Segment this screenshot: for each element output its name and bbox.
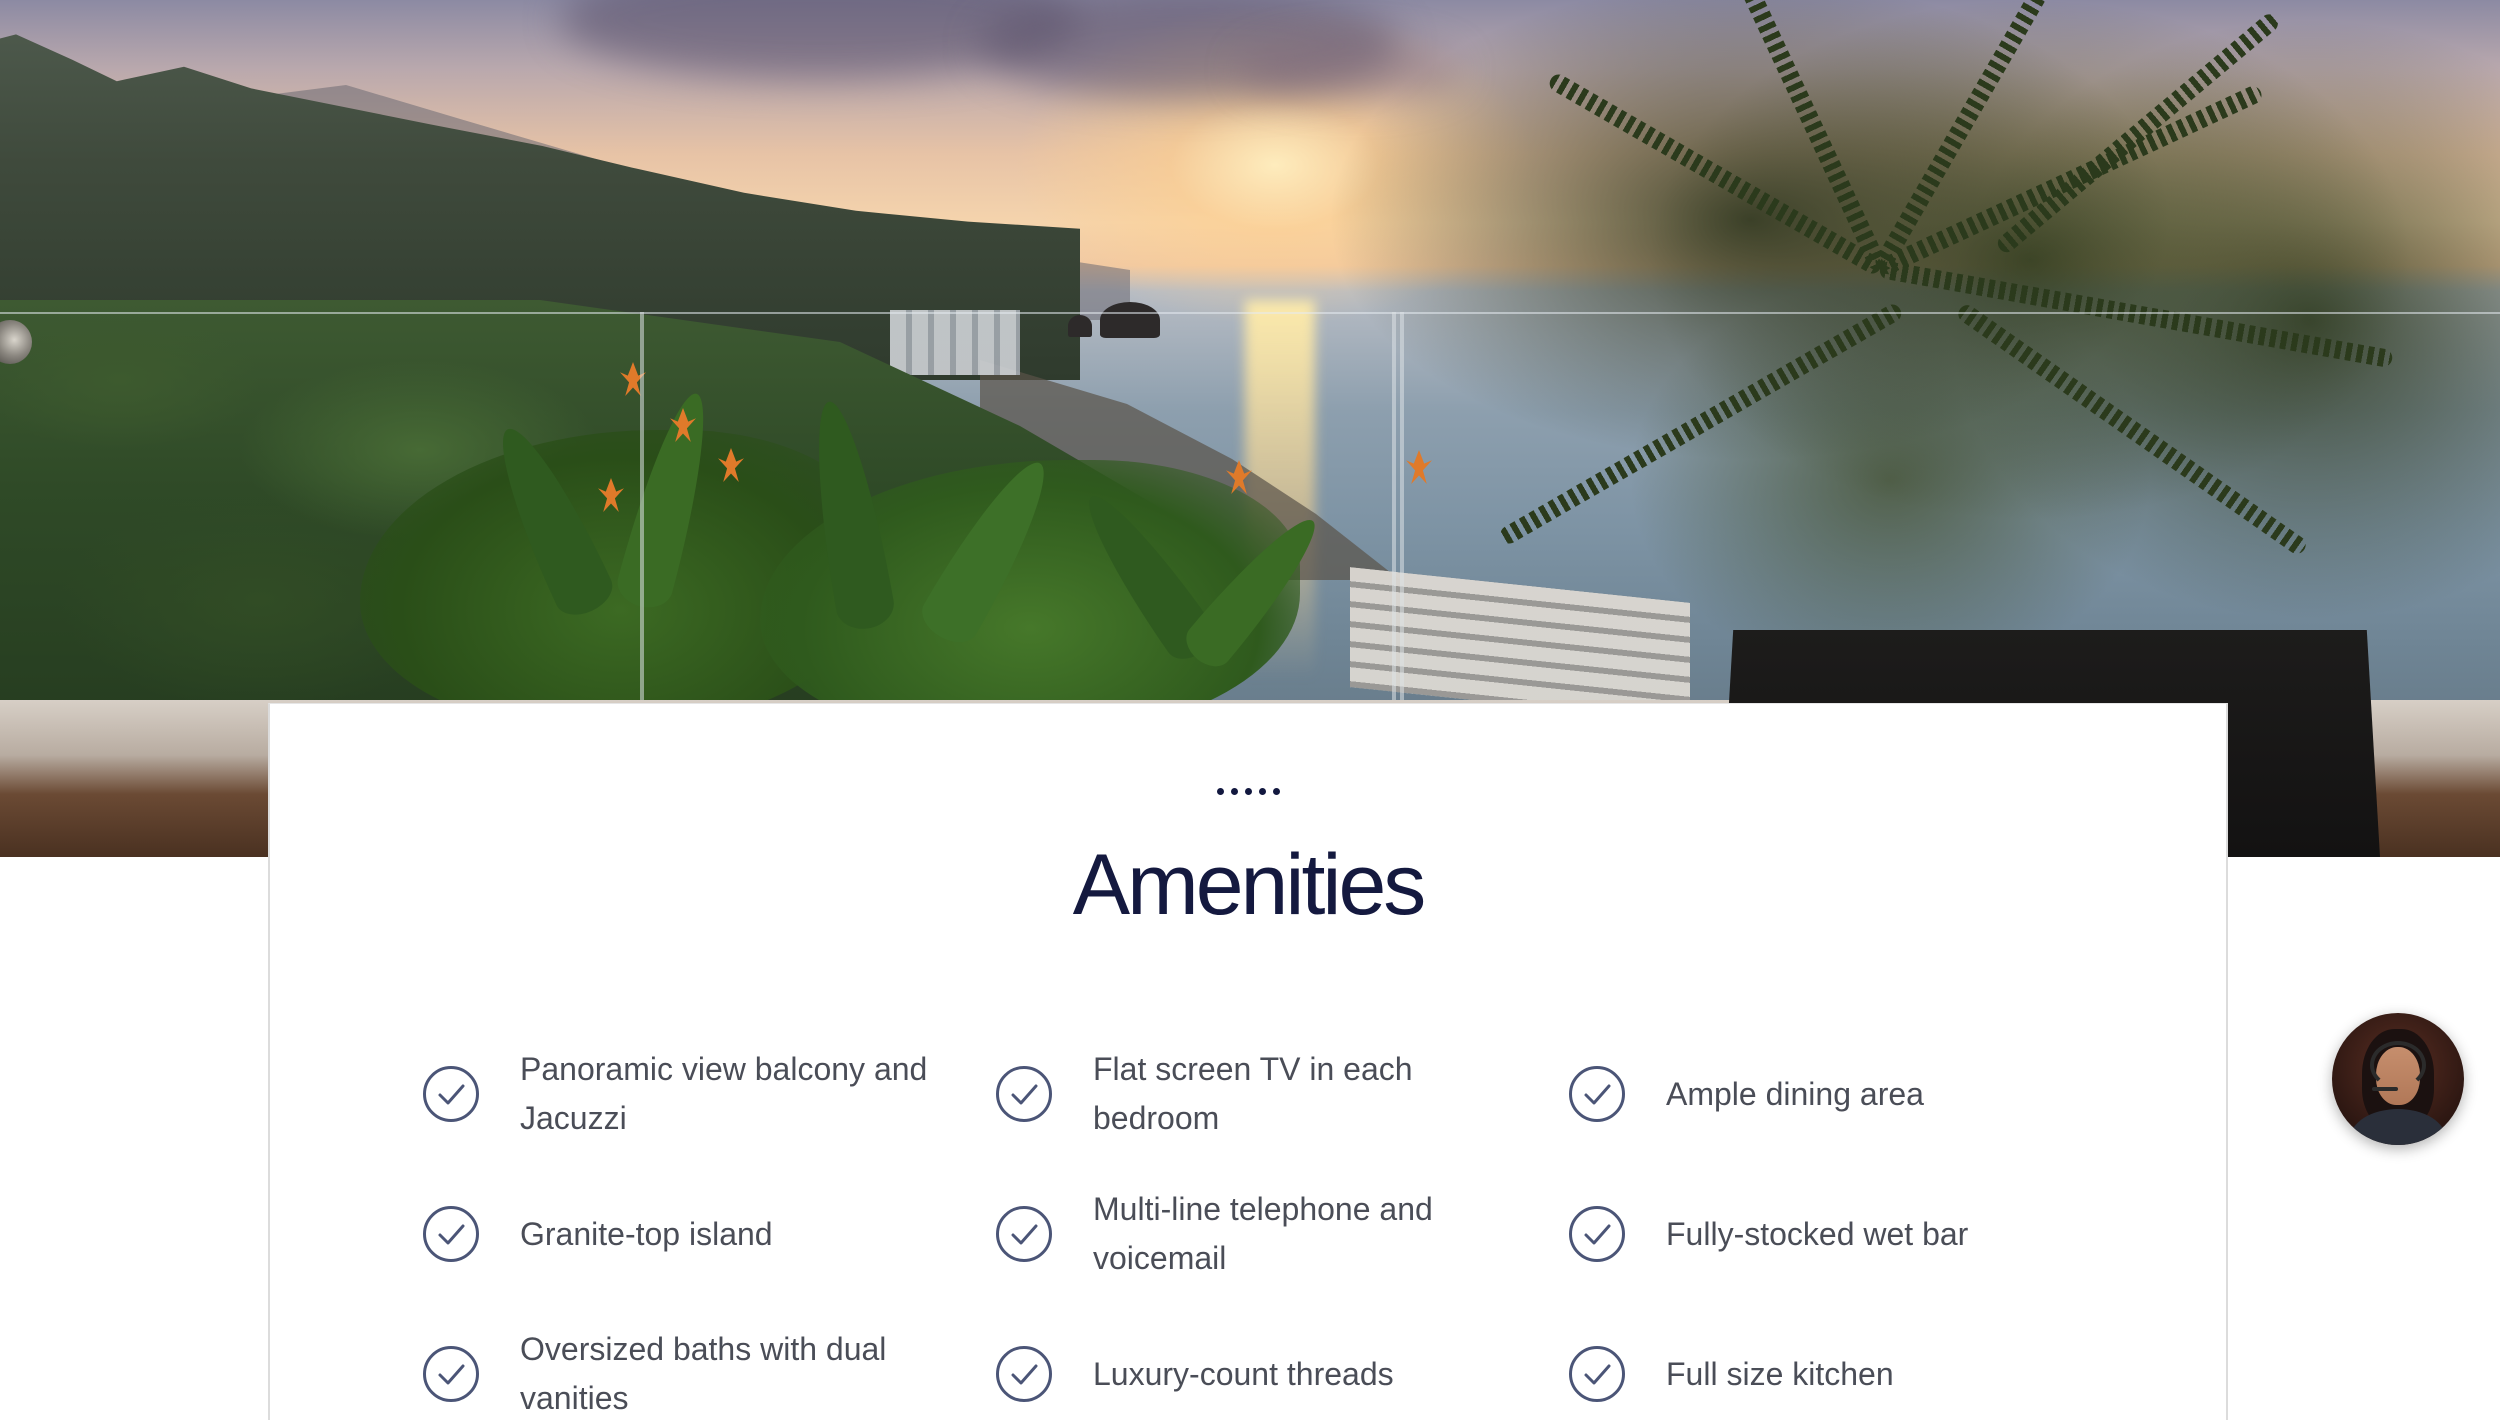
amenity-label: Oversized baths with dual vanities xyxy=(520,1331,887,1416)
check-circle-icon xyxy=(422,1065,480,1123)
headset-icon xyxy=(2370,1041,2426,1089)
check-circle-icon xyxy=(422,1205,480,1263)
amenity-label: Full size kitchen xyxy=(1666,1355,1894,1392)
amenity-label: Luxury-count threads xyxy=(1093,1355,1394,1392)
amenity-item: Panoramic view balcony and Jacuzzi xyxy=(422,1024,995,1164)
amenity-item: Luxury-count threads xyxy=(995,1304,1568,1420)
dot xyxy=(1272,788,1280,795)
dot xyxy=(1244,788,1252,795)
amenity-item: Full size kitchen xyxy=(1568,1304,2141,1420)
chat-support-avatar-button[interactable] xyxy=(2332,1013,2464,1145)
check-circle-icon xyxy=(995,1345,1053,1403)
check-circle-icon xyxy=(1568,1345,1626,1403)
check-circle-icon xyxy=(995,1205,1053,1263)
check-circle-icon xyxy=(1568,1065,1626,1123)
dot xyxy=(1258,788,1266,795)
dot xyxy=(1230,788,1238,795)
amenities-list: Panoramic view balcony and Jacuzzi Flat … xyxy=(422,1024,2142,1420)
section-title: Amenities xyxy=(1072,837,1427,933)
amenity-item: Ample dining area xyxy=(1568,1024,2141,1164)
amenity-label: Flat screen TV in each bedroom xyxy=(1093,1051,1413,1136)
decorative-dots xyxy=(270,788,2226,795)
check-circle-icon xyxy=(1568,1205,1626,1263)
check-circle-icon xyxy=(995,1065,1053,1123)
amenities-card: Amenities Panoramic view balcony and Jac… xyxy=(268,703,2228,1420)
amenity-label: Fully-stocked wet bar xyxy=(1666,1215,1969,1252)
check-circle-icon xyxy=(422,1345,480,1403)
amenity-item: Flat screen TV in each bedroom xyxy=(995,1024,1568,1164)
amenity-label: Panoramic view balcony and Jacuzzi xyxy=(520,1051,928,1136)
amenity-label: Granite-top island xyxy=(520,1215,773,1252)
amenity-item: Granite-top island xyxy=(422,1164,995,1304)
page: Amenities Panoramic view balcony and Jac… xyxy=(0,0,2500,1420)
amenity-item: Multi-line telephone and voicemail xyxy=(995,1164,1568,1304)
dot xyxy=(1216,788,1224,795)
amenity-item: Oversized baths with dual vanities xyxy=(422,1304,995,1420)
amenity-label: Multi-line telephone and voicemail xyxy=(1093,1191,1433,1276)
amenity-label: Ample dining area xyxy=(1666,1075,1924,1112)
amenity-item: Fully-stocked wet bar xyxy=(1568,1164,2141,1304)
